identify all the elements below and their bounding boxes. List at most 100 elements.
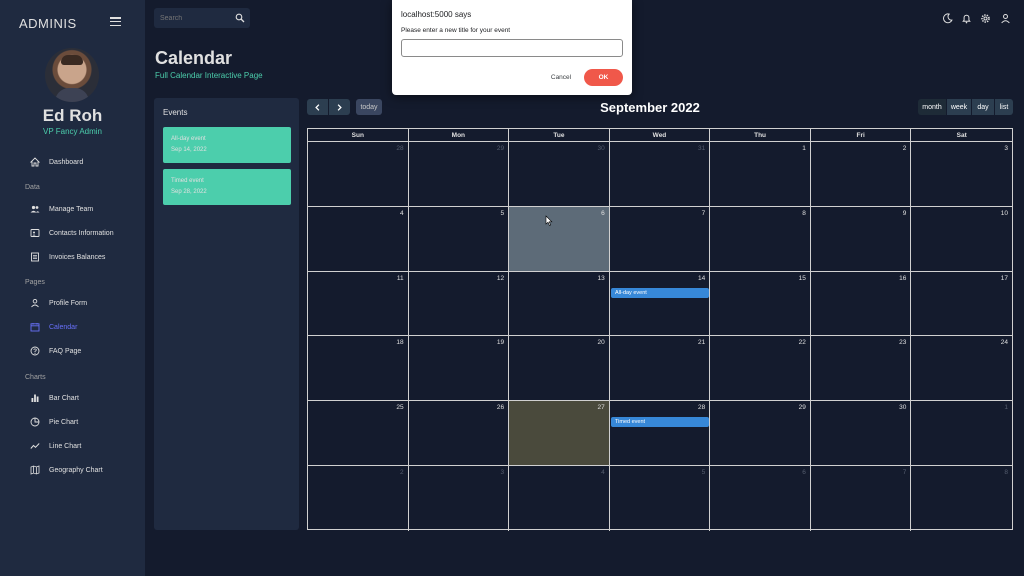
sidebar-item-geography-chart[interactable]: Geography Chart xyxy=(30,463,103,477)
notifications-icon[interactable] xyxy=(961,13,972,24)
day-number[interactable]: 6 xyxy=(802,469,806,476)
event-card[interactable]: All-day event Sep 14, 2022 xyxy=(163,127,291,163)
day-number[interactable]: 25 xyxy=(396,404,403,411)
day-number[interactable]: 21 xyxy=(698,339,705,346)
calendar-day-cell[interactable]: 1 xyxy=(911,401,1012,466)
day-number[interactable]: 11 xyxy=(397,275,404,282)
calendar-day-cell[interactable]: 9 xyxy=(810,206,912,272)
today-button[interactable]: today xyxy=(356,99,382,115)
calendar-day-cell[interactable]: 7 xyxy=(609,206,711,272)
day-number[interactable]: 1 xyxy=(1004,404,1008,411)
day-number[interactable]: 2 xyxy=(400,469,404,476)
settings-icon[interactable] xyxy=(980,13,991,24)
day-number[interactable]: 18 xyxy=(396,339,403,346)
day-number[interactable]: 6 xyxy=(601,210,605,217)
day-number[interactable]: 26 xyxy=(497,404,504,411)
calendar-day-cell[interactable]: 29 xyxy=(408,142,510,207)
view-month-button[interactable]: month xyxy=(918,99,946,115)
sidebar-item-invoices[interactable]: Invoices Balances xyxy=(30,250,105,264)
search-icon[interactable] xyxy=(235,13,245,23)
ok-button[interactable]: OK xyxy=(584,69,623,86)
day-number[interactable]: 15 xyxy=(799,275,806,282)
day-number[interactable]: 29 xyxy=(497,145,504,152)
day-number[interactable]: 3 xyxy=(1004,145,1008,152)
calendar-day-cell[interactable]: 16 xyxy=(810,271,912,337)
day-number[interactable]: 29 xyxy=(799,404,806,411)
day-number[interactable]: 10 xyxy=(1001,210,1008,217)
calendar-day-cell[interactable]: 31 xyxy=(609,142,711,207)
view-day-button[interactable]: day xyxy=(972,99,994,115)
calendar-day-cell[interactable]: 10 xyxy=(911,207,1012,272)
calendar-day-cell[interactable]: 6 xyxy=(710,466,811,531)
day-number[interactable]: 23 xyxy=(899,339,906,346)
calendar-day-cell[interactable]: 6 xyxy=(509,206,610,272)
calendar-day-cell[interactable]: 17 xyxy=(911,272,1012,337)
sidebar-item-contacts[interactable]: Contacts Information xyxy=(30,226,114,240)
prev-button[interactable] xyxy=(307,99,328,115)
calendar-day-cell[interactable]: 26 xyxy=(408,401,510,466)
sidebar-item-faq[interactable]: FAQ Page xyxy=(30,344,81,358)
sidebar-item-dashboard[interactable]: Dashboard xyxy=(30,155,83,169)
calendar-day-cell[interactable]: 4 xyxy=(308,206,409,272)
calendar-day-cell[interactable]: 30 xyxy=(509,142,610,207)
calendar-day-cell[interactable]: 30 xyxy=(810,401,912,466)
dark-mode-icon[interactable] xyxy=(942,13,953,24)
calendar-day-cell[interactable]: 21 xyxy=(609,336,711,402)
view-week-button[interactable]: week xyxy=(947,99,971,115)
day-number[interactable]: 12 xyxy=(497,275,504,282)
calendar-day-cell[interactable]: 5 xyxy=(610,466,711,531)
calendar-day-cell[interactable]: 3 xyxy=(911,142,1012,207)
event-card[interactable]: Timed event Sep 28, 2022 xyxy=(163,169,291,205)
day-number[interactable]: 30 xyxy=(899,404,906,411)
sidebar-item-profile-form[interactable]: Profile Form xyxy=(30,296,87,310)
menu-icon[interactable] xyxy=(110,17,121,27)
calendar-day-cell[interactable]: 25 xyxy=(308,401,409,466)
day-number[interactable]: 22 xyxy=(799,339,806,346)
sidebar-item-pie-chart[interactable]: Pie Chart xyxy=(30,415,78,429)
event-title-input[interactable] xyxy=(401,39,623,57)
cancel-button[interactable]: Cancel xyxy=(543,69,579,85)
calendar-day-cell[interactable]: 28 xyxy=(308,142,409,207)
day-number[interactable]: 14 xyxy=(698,275,705,282)
day-number[interactable]: 17 xyxy=(1001,275,1008,282)
calendar-day-cell[interactable]: 2 xyxy=(810,142,912,207)
day-number[interactable]: 27 xyxy=(597,404,604,411)
sidebar-item-manage-team[interactable]: Manage Team xyxy=(30,202,93,216)
calendar-day-cell[interactable]: 4 xyxy=(509,466,610,531)
profile-icon[interactable] xyxy=(1000,13,1011,24)
calendar-day-cell[interactable]: 14 xyxy=(609,271,711,337)
day-number[interactable]: 20 xyxy=(597,339,604,346)
view-list-button[interactable]: list xyxy=(995,99,1013,115)
day-number[interactable]: 28 xyxy=(396,145,403,152)
day-number[interactable]: 4 xyxy=(400,210,404,217)
day-number[interactable]: 30 xyxy=(597,145,604,152)
day-number[interactable]: 7 xyxy=(702,210,706,217)
calendar-day-cell[interactable]: 19 xyxy=(408,336,510,402)
day-number[interactable]: 13 xyxy=(597,275,604,282)
day-number[interactable]: 5 xyxy=(702,469,706,476)
sidebar-item-line-chart[interactable]: Line Chart xyxy=(30,439,81,453)
day-number[interactable]: 1 xyxy=(802,145,806,152)
day-number[interactable]: 19 xyxy=(497,339,504,346)
calendar-day-cell[interactable]: 20 xyxy=(509,336,610,402)
calendar-day-cell[interactable]: 28 xyxy=(609,401,711,466)
day-number[interactable]: 31 xyxy=(698,145,705,152)
calendar-day-cell[interactable]: 1 xyxy=(710,142,811,207)
calendar-day-cell[interactable]: 15 xyxy=(710,271,811,337)
next-button[interactable] xyxy=(329,99,350,115)
calendar-day-cell[interactable]: 23 xyxy=(810,336,912,402)
calendar-day-cell[interactable]: 8 xyxy=(710,206,811,272)
calendar-day-cell[interactable]: 13 xyxy=(509,271,610,337)
calendar-day-cell[interactable]: 5 xyxy=(408,206,510,272)
sidebar-item-bar-chart[interactable]: Bar Chart xyxy=(30,391,79,405)
day-number[interactable]: 4 xyxy=(601,469,605,476)
day-number[interactable]: 28 xyxy=(698,404,705,411)
day-number[interactable]: 16 xyxy=(899,275,906,282)
day-number[interactable]: 24 xyxy=(1001,339,1008,346)
calendar-day-cell[interactable]: 24 xyxy=(911,336,1012,402)
day-number[interactable]: 7 xyxy=(903,469,907,476)
calendar-day-cell[interactable]: 2 xyxy=(308,466,409,531)
calendar-day-cell[interactable]: 27 xyxy=(509,401,610,466)
calendar-day-cell[interactable]: 18 xyxy=(308,336,409,402)
day-number[interactable]: 2 xyxy=(903,145,907,152)
